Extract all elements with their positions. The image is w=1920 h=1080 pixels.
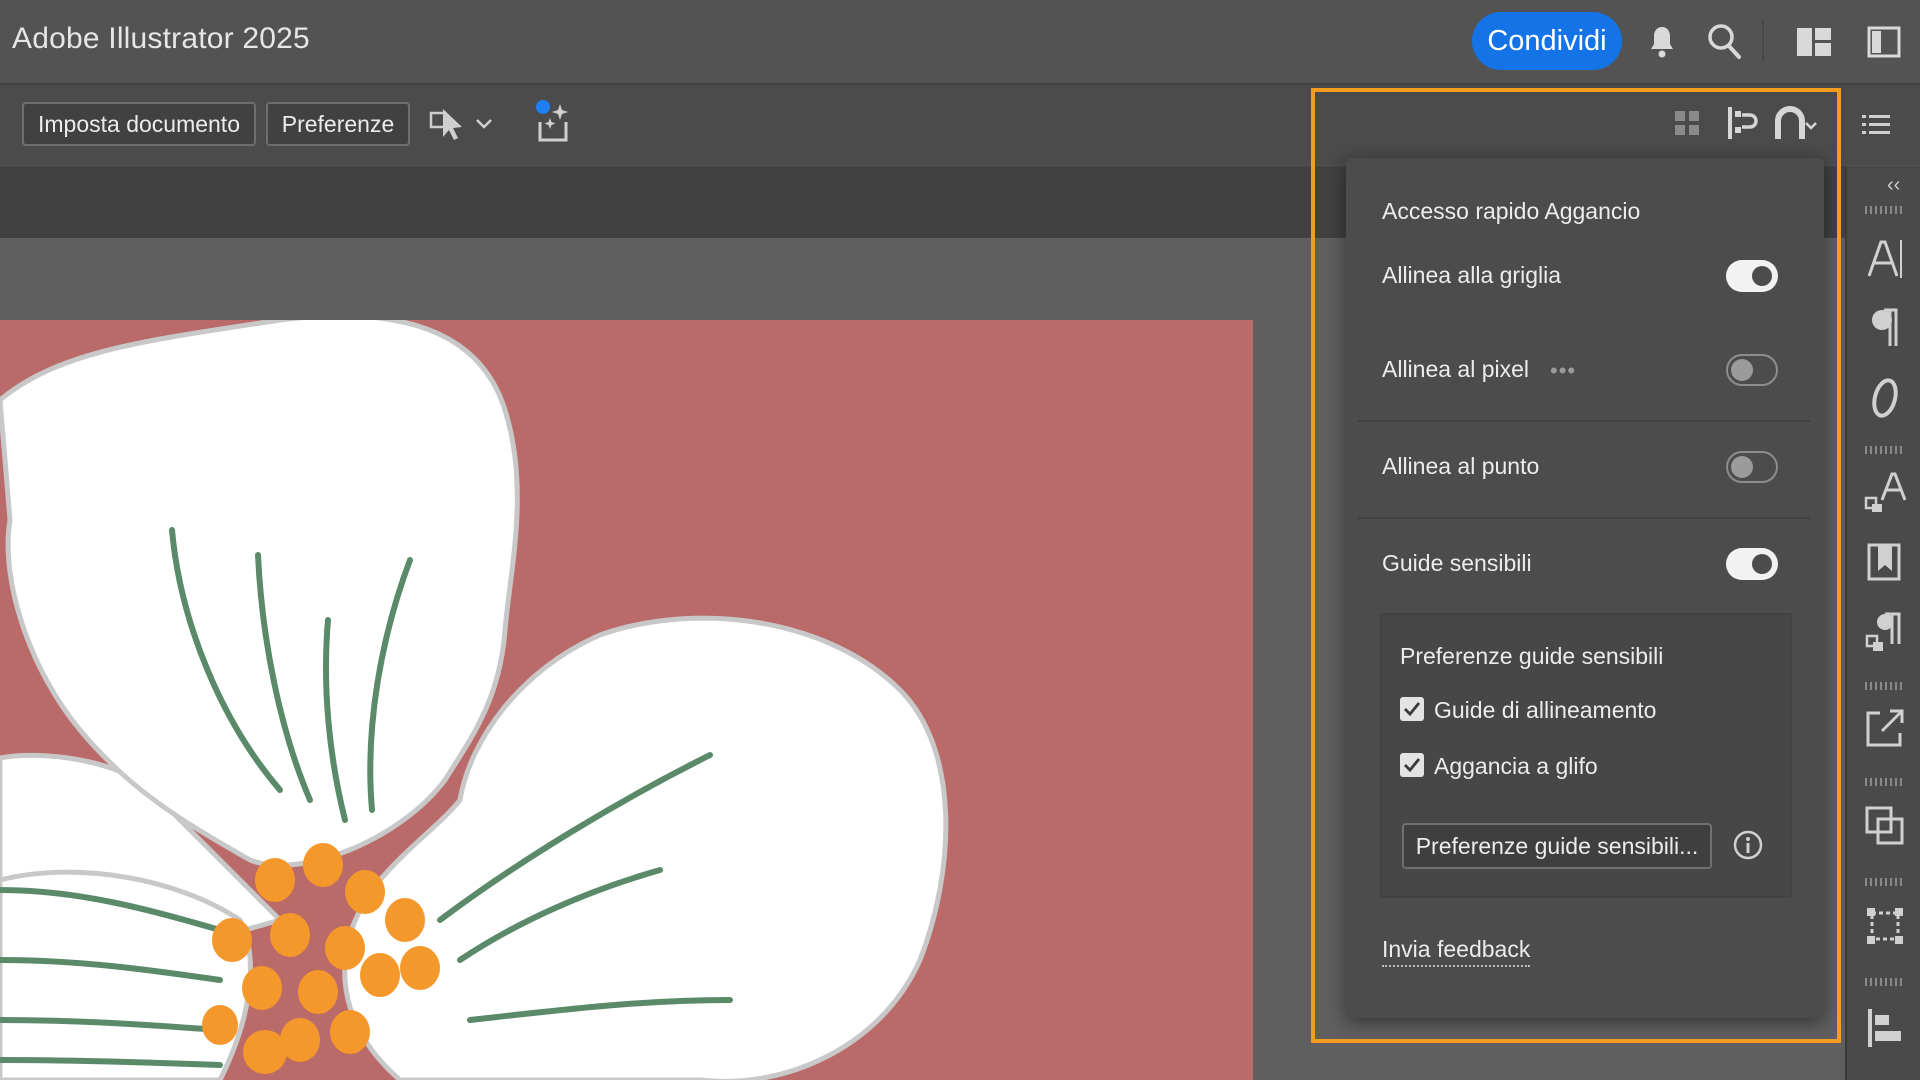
properties-list-icon[interactable] bbox=[1858, 108, 1894, 142]
workspace-layout-icon[interactable] bbox=[1794, 22, 1834, 62]
collapse-dock-icon[interactable]: ‹‹ bbox=[1887, 174, 1900, 197]
panel-toggle-icon[interactable] bbox=[1864, 22, 1904, 62]
opentype-icon[interactable] bbox=[1861, 374, 1909, 422]
share-button[interactable]: Condividi bbox=[1472, 12, 1622, 70]
dock-grip[interactable] bbox=[1865, 778, 1903, 786]
highlight-frame bbox=[1311, 88, 1841, 1043]
bell-icon[interactable] bbox=[1644, 20, 1680, 64]
export-icon[interactable] bbox=[1861, 704, 1909, 752]
select-similar-icon[interactable] bbox=[428, 102, 466, 144]
dock-grip[interactable] bbox=[1865, 878, 1903, 886]
title-separator bbox=[1762, 20, 1764, 62]
align-icon[interactable] bbox=[1861, 1004, 1909, 1052]
dock-grip[interactable] bbox=[1865, 206, 1903, 214]
app-title: Adobe Illustrator 2025 bbox=[12, 22, 310, 55]
dock-grip[interactable] bbox=[1865, 682, 1903, 690]
glyph-styles-icon[interactable] bbox=[1861, 608, 1909, 656]
character-styles-icon[interactable] bbox=[1861, 468, 1909, 516]
paragraph-styles-icon[interactable] bbox=[1861, 538, 1909, 586]
chevron-down-icon[interactable] bbox=[472, 112, 496, 136]
transform-icon[interactable] bbox=[1861, 902, 1909, 950]
paragraph-icon[interactable] bbox=[1861, 304, 1909, 352]
right-panel-dock: ‹‹ bbox=[1845, 166, 1920, 1080]
dock-grip[interactable] bbox=[1865, 446, 1903, 454]
artboard[interactable] bbox=[0, 320, 1253, 1080]
flower-artwork[interactable] bbox=[0, 320, 1253, 1080]
dock-grip[interactable] bbox=[1865, 978, 1903, 986]
character-icon[interactable] bbox=[1861, 234, 1909, 282]
arrange-icon[interactable] bbox=[1861, 802, 1909, 850]
search-icon[interactable] bbox=[1702, 18, 1746, 64]
generative-recolor-icon[interactable] bbox=[534, 98, 576, 146]
preferences-button[interactable]: Preferenze bbox=[266, 102, 410, 146]
document-setup-button[interactable]: Imposta documento bbox=[22, 102, 256, 146]
